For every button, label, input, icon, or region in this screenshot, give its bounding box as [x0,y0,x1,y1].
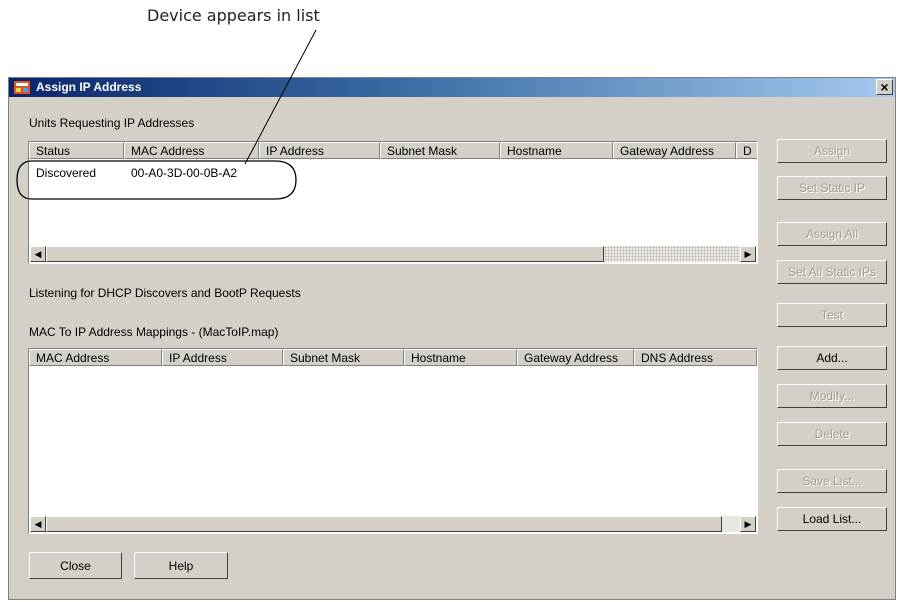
title-bar[interactable]: Assign IP Address × [9,78,895,97]
help-button[interactable]: Help [134,552,228,579]
close-window-button[interactable]: × [876,79,893,95]
col-map-ip-address[interactable]: IP Address [162,349,283,366]
col-map-dns-address[interactable]: DNS Address [634,349,757,366]
window-title: Assign IP Address [36,80,142,94]
col-status[interactable]: Status [29,142,124,159]
col-mac-address[interactable]: MAC Address [124,142,259,159]
col-map-mac-address[interactable]: MAC Address [29,349,162,366]
app-icon [14,81,30,94]
annotation-callout: Device appears in list [147,6,320,25]
requests-list[interactable]: Status MAC Address IP Address Subnet Mas… [28,141,758,264]
mappings-list[interactable]: MAC Address IP Address Subnet Mask Hostn… [28,348,758,534]
requests-horizontal-scrollbar[interactable]: ◀ ▶ [30,246,756,262]
set-all-static-ips-button[interactable]: Set All Static IPs [777,260,887,284]
delete-button[interactable]: Delete [777,422,887,446]
col-gateway-address[interactable]: Gateway Address [613,142,736,159]
modify-button[interactable]: Modify... [777,384,887,408]
requests-section-label: Units Requesting IP Addresses [29,116,195,130]
mappings-scroll-thumb[interactable] [46,516,722,532]
mappings-horizontal-scrollbar[interactable]: ◀ ▶ [30,516,756,532]
listening-status-text: Listening for DHCP Discovers and BootP R… [29,286,301,300]
test-button[interactable]: Test [777,303,887,327]
requests-list-header: Status MAC Address IP Address Subnet Mas… [29,142,757,159]
map-scroll-left-icon[interactable]: ◀ [30,516,46,532]
assign-all-button[interactable]: Assign All [777,222,887,246]
set-static-ip-button[interactable]: Set Static IP [777,176,887,200]
col-subnet-mask[interactable]: Subnet Mask [380,142,500,159]
col-ip-address[interactable]: IP Address [259,142,380,159]
request-row-mac[interactable]: 00-A0-3D-00-0B-A2 [131,166,237,180]
scroll-left-icon[interactable]: ◀ [30,246,46,262]
col-hostname[interactable]: Hostname [500,142,613,159]
add-button[interactable]: Add... [777,346,887,370]
save-list-button[interactable]: Save List... [777,469,887,493]
scroll-right-icon[interactable]: ▶ [740,246,756,262]
col-map-gateway-address[interactable]: Gateway Address [517,349,634,366]
mappings-section-label: MAC To IP Address Mappings - (MacToIP.ma… [29,325,279,339]
request-row-status[interactable]: Discovered [36,166,96,180]
map-scroll-right-icon[interactable]: ▶ [740,516,756,532]
col-map-subnet-mask[interactable]: Subnet Mask [283,349,404,366]
requests-scroll-thumb[interactable] [46,246,604,262]
col-map-hostname[interactable]: Hostname [404,349,517,366]
col-dns-truncated[interactable]: D [736,142,757,159]
load-list-button[interactable]: Load List... [777,507,887,531]
close-button[interactable]: Close [29,552,122,579]
assign-button[interactable]: Assign [777,139,887,163]
requests-scroll-track[interactable] [604,246,740,262]
assign-ip-dialog: Assign IP Address × Units Requesting IP … [8,77,896,600]
mappings-list-header: MAC Address IP Address Subnet Mask Hostn… [29,349,757,366]
